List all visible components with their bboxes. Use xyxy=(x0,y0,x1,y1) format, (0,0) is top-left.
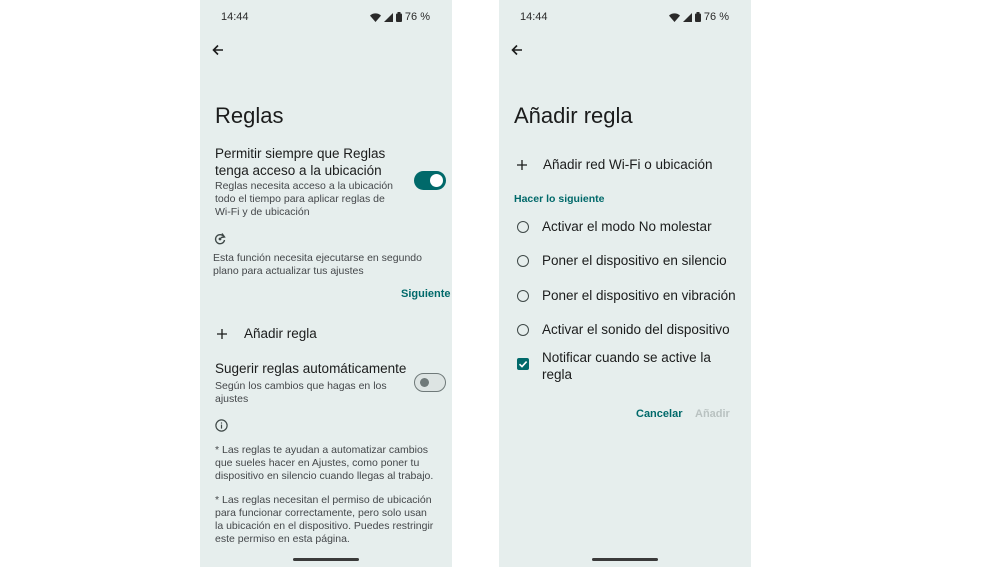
cancel-button[interactable]: Cancelar xyxy=(636,408,682,420)
page-title: Reglas xyxy=(215,103,284,128)
radio-button[interactable] xyxy=(517,220,529,233)
notify-checkbox[interactable] xyxy=(517,358,529,370)
action-label: Activar el modo No molestar xyxy=(542,219,712,234)
footer-note-2: * Las reglas necesitan el permiso de ubi… xyxy=(215,494,434,545)
background-notice: Esta función necesita ejecutarse en segu… xyxy=(213,252,422,277)
status-bar: 14:44 76 % xyxy=(499,9,751,25)
action-option[interactable]: Activar el sonido del dispositivo xyxy=(517,322,730,337)
add-trigger-label: Añadir red Wi-Fi o ubicación xyxy=(543,157,713,172)
location-pref-title: Permitir siempre que Reglas tenga acceso… xyxy=(215,146,386,178)
wifi-icon xyxy=(668,12,680,22)
suggest-pref-title: Sugerir reglas automáticamente xyxy=(215,361,407,376)
battery-level: 76 % xyxy=(703,11,729,23)
add-rule-button[interactable]: Añadir regla xyxy=(217,326,317,341)
plus-icon xyxy=(517,158,531,172)
action-label: Activar el sonido del dispositivo xyxy=(542,322,730,337)
info-icon xyxy=(215,419,228,432)
battery-icon xyxy=(395,12,402,22)
suggest-pref-summary: Según los cambios que hagas en los ajust… xyxy=(215,380,387,405)
signal-icon xyxy=(682,12,692,22)
next-button[interactable]: Siguiente xyxy=(401,288,451,300)
add-trigger-button[interactable]: Añadir red Wi-Fi o ubicación xyxy=(517,157,713,172)
action-option[interactable]: Poner el dispositivo en silencio xyxy=(517,253,727,268)
action-label: Poner el dispositivo en vibración xyxy=(542,288,736,303)
checkmark-icon xyxy=(518,361,528,368)
battery-level: 76 % xyxy=(404,11,430,23)
battery-icon xyxy=(694,12,701,22)
footer-note-1: * Las reglas te ayudan a automatizar cam… xyxy=(215,444,434,482)
page-title: Añadir regla xyxy=(514,103,633,128)
gesture-bar xyxy=(592,558,658,561)
location-pref-summary: Reglas necesita acceso a la ubicación to… xyxy=(215,180,394,218)
location-access-toggle[interactable] xyxy=(414,171,446,190)
signal-icon xyxy=(383,12,393,22)
action-label: Poner el dispositivo en silencio xyxy=(542,253,727,268)
section-header: Hacer lo siguiente xyxy=(514,193,605,205)
plus-icon xyxy=(217,327,231,341)
radio-button[interactable] xyxy=(517,289,529,302)
add-button[interactable]: Añadir xyxy=(695,408,730,420)
rules-screen: 14:44 76 % Reglas Permitir siempre que R… xyxy=(200,0,452,567)
notify-label: Notificar cuando se active la regla xyxy=(542,350,711,382)
back-arrow-icon xyxy=(511,44,522,56)
status-time: 14:44 xyxy=(520,11,548,23)
background-sync-icon xyxy=(214,233,226,245)
add-rule-label: Añadir regla xyxy=(244,326,317,341)
radio-button[interactable] xyxy=(517,254,529,267)
back-button[interactable] xyxy=(208,40,228,60)
status-time: 14:44 xyxy=(221,11,249,23)
back-arrow-icon xyxy=(212,44,223,56)
back-button[interactable] xyxy=(507,40,527,60)
action-option[interactable]: Activar el modo No molestar xyxy=(517,219,712,234)
suggest-rules-toggle[interactable] xyxy=(414,373,446,392)
action-option[interactable]: Poner el dispositivo en vibración xyxy=(517,288,736,303)
status-bar: 14:44 76 % xyxy=(200,9,452,25)
add-rule-screen: 14:44 76 % Añadir regla Añadir red Wi-Fi… xyxy=(499,0,751,567)
gesture-bar xyxy=(293,558,359,561)
wifi-icon xyxy=(369,12,381,22)
radio-button[interactable] xyxy=(517,323,529,336)
